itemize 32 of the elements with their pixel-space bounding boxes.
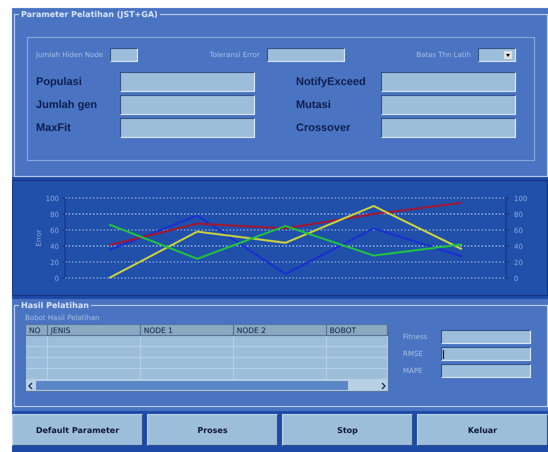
group-title: Hasil Pelatihan [19, 300, 91, 311]
horizontal-scrollbar[interactable] [26, 380, 388, 391]
field-label: MaxFit [36, 122, 72, 134]
input-field[interactable] [441, 347, 531, 361]
field-label: NotifyExceed [296, 76, 367, 88]
input-field[interactable] [120, 72, 255, 92]
dropdown[interactable] [478, 48, 516, 62]
table-cell [326, 347, 388, 358]
input-field[interactable] [381, 95, 516, 115]
group-title: Parameter Pelatihan (JST+GA) [19, 9, 160, 20]
action-button[interactable]: Proses [147, 414, 278, 446]
caret-icon [504, 51, 512, 59]
table-cell [26, 358, 48, 369]
field-label: Jumlah gen [36, 99, 98, 111]
field-label: Mutasi [296, 99, 332, 111]
table-cell [326, 358, 388, 369]
field-label: Crossover [296, 122, 352, 134]
input-field[interactable] [441, 330, 531, 344]
input-field[interactable] [120, 118, 255, 138]
field-label: Populasi [36, 76, 83, 88]
action-button[interactable]: Keluar [417, 414, 548, 446]
input-field[interactable] [110, 48, 138, 62]
input-field[interactable] [266, 48, 345, 62]
action-button[interactable]: Stop [282, 414, 413, 446]
input-field[interactable] [381, 72, 516, 92]
table-cell [326, 336, 388, 347]
action-button[interactable]: Default Parameter [12, 414, 143, 446]
input-field[interactable] [120, 95, 255, 115]
input-field[interactable] [441, 364, 531, 378]
table-cell [26, 347, 48, 358]
input-field[interactable] [381, 118, 516, 138]
table-cell [26, 336, 48, 347]
